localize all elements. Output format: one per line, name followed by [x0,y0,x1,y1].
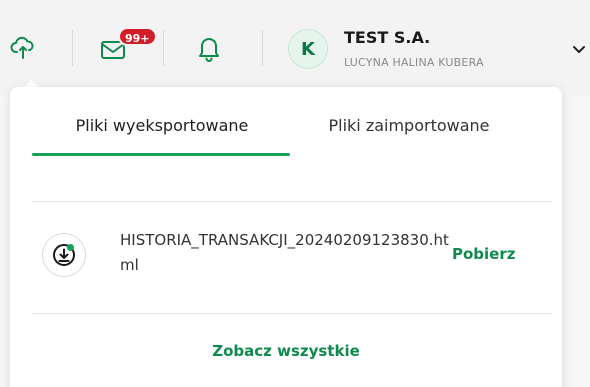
tab-exported-files[interactable]: Pliki wyeksportowane [34,116,290,135]
topbar-divider [163,30,164,66]
file-name: HISTORIA_TRANSAKCJI_20240209123830.html [120,231,449,274]
top-bar: 99+ K TEST S.A. LUCYNA HALINA KUBERA [0,0,590,95]
download-link[interactable]: Pobierz [452,245,515,263]
see-all-link[interactable]: Zobacz wszystkie [10,342,562,360]
topbar-divider [72,30,73,66]
tab-imported-files[interactable]: Pliki zaimportowane [292,116,526,135]
avatar[interactable]: K [288,29,328,69]
user-name: LUCYNA HALINA KUBERA [344,56,484,69]
topbar-divider [262,30,263,66]
active-tab-indicator [32,153,290,156]
chevron-down-icon[interactable] [572,40,586,59]
exports-dropdown-panel: Pliki wyeksportowane Pliki zaimportowane… [10,87,562,387]
download-circle-icon [42,233,86,277]
app-stage: 99+ K TEST S.A. LUCYNA HALINA KUBERA Pli… [0,0,590,387]
mail-icon[interactable] [96,0,130,95]
bell-icon[interactable] [192,0,226,95]
notification-badge: 99+ [118,27,157,46]
company-name[interactable]: TEST S.A. [344,28,430,47]
section-divider [32,313,552,314]
section-divider [32,201,552,202]
